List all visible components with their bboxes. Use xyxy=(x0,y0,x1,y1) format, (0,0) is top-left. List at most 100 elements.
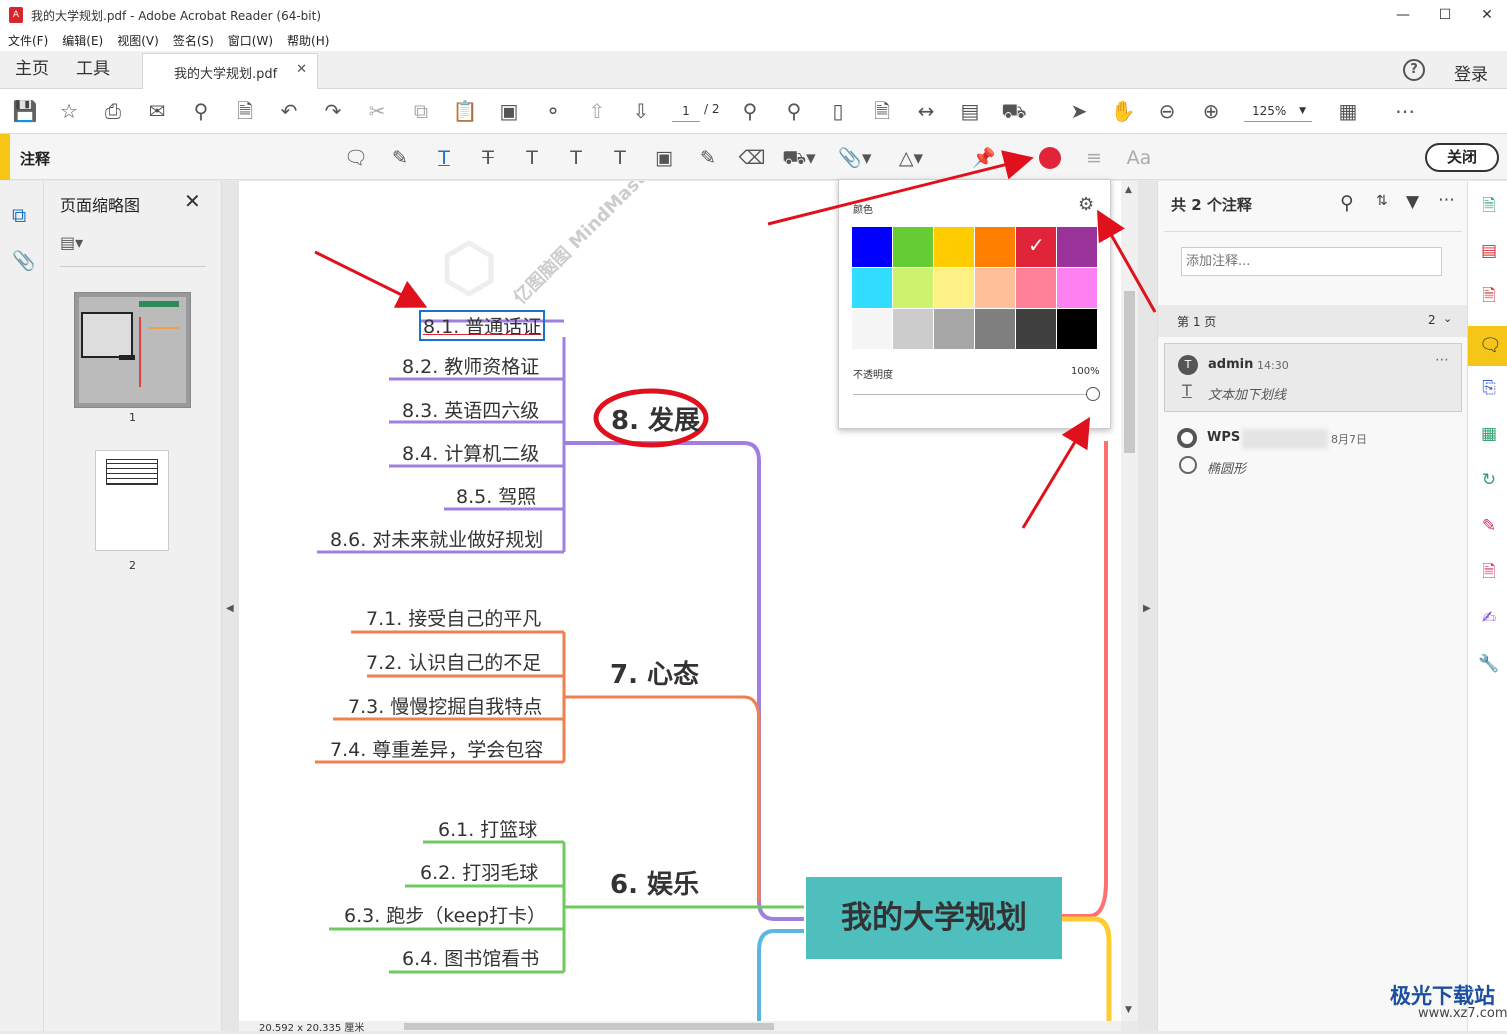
color-swatch[interactable] xyxy=(975,227,1015,267)
page-thumbnail-2[interactable] xyxy=(95,450,169,551)
color-swatch[interactable] xyxy=(852,268,892,308)
collapse-right-icon[interactable]: ▶ xyxy=(1143,603,1151,614)
color-swatch[interactable] xyxy=(893,268,933,308)
stamp-tool-icon[interactable]: ⛟▾ xyxy=(782,145,816,171)
color-swatch[interactable] xyxy=(1016,268,1056,308)
comments-more-icon[interactable]: ⋯ xyxy=(1438,190,1455,210)
page-number-input[interactable]: 1 xyxy=(672,100,700,122)
color-swatch[interactable] xyxy=(934,227,974,267)
highlight-icon[interactable]: ✎ xyxy=(386,145,414,171)
hand-tool-icon[interactable]: ✋ xyxy=(1109,98,1137,124)
collapse-left-icon[interactable]: ◀ xyxy=(226,603,234,614)
zoom-in-icon[interactable]: ⊕ xyxy=(1197,98,1225,124)
redo-icon[interactable]: ↷ xyxy=(319,98,347,124)
more-icon[interactable]: ⋯ xyxy=(1391,98,1419,124)
more-tools-icon[interactable]: 🔧 xyxy=(1478,653,1500,675)
color-swatch[interactable] xyxy=(893,309,933,349)
attach-file-icon[interactable]: 📎▾ xyxy=(838,145,872,171)
comment-more-icon-1[interactable]: ⋯ xyxy=(1435,352,1449,368)
tab-home[interactable]: 主页 xyxy=(15,51,49,89)
convert-pdf-icon[interactable]: ↻ xyxy=(1478,469,1500,491)
close-panel-icon[interactable]: ✕ xyxy=(184,189,201,213)
color-swatch[interactable] xyxy=(1016,309,1056,349)
color-swatch[interactable] xyxy=(975,268,1015,308)
color-swatch[interactable] xyxy=(975,309,1015,349)
color-picker-button[interactable] xyxy=(1039,147,1061,169)
menu-edit[interactable]: 编辑(E) xyxy=(62,32,103,49)
undo-icon[interactable]: ↶ xyxy=(275,98,303,124)
copy-icon[interactable]: ⧉ xyxy=(407,98,435,124)
color-swatch[interactable] xyxy=(1057,227,1097,267)
comment-card-1[interactable]: T admin 14:30 ⋯ T 文本加下划线 xyxy=(1164,343,1462,412)
menu-window[interactable]: 窗口(W) xyxy=(228,32,273,49)
replace-text-icon[interactable]: T xyxy=(518,145,546,171)
close-window-button[interactable]: ✕ xyxy=(1464,0,1507,30)
comment-card-2[interactable]: WPS 8月7日 椭圆形 xyxy=(1164,419,1462,479)
print-icon[interactable]: ⎙ xyxy=(99,98,127,124)
check-document-icon[interactable]: 🗎 xyxy=(231,98,259,124)
select-cursor-icon[interactable]: ➤ xyxy=(1065,98,1093,124)
save-icon[interactable]: 💾 xyxy=(11,98,39,124)
image-page-icon[interactable]: ▤ xyxy=(956,98,984,124)
stamp-icon[interactable]: ⛟ xyxy=(1000,98,1028,124)
menu-view[interactable]: 视图(V) xyxy=(117,32,159,49)
sort-icon[interactable]: ⇅ xyxy=(1376,193,1388,209)
find-page-icon[interactable]: 🗎 xyxy=(868,98,896,124)
binoculars-icon[interactable]: ⚬ xyxy=(539,98,567,124)
menu-sign[interactable]: 签名(S) xyxy=(173,32,214,49)
color-swatch[interactable]: ✓ xyxy=(1016,227,1056,267)
search-comments-icon[interactable]: ⚲ xyxy=(1340,192,1354,214)
snapshot-icon[interactable]: ▣ xyxy=(495,98,523,124)
next-page-icon[interactable]: ⇩ xyxy=(627,98,655,124)
eraser-icon[interactable]: ⌫ xyxy=(738,145,766,171)
sticky-note-icon[interactable]: 🗨 xyxy=(342,145,370,171)
bookmark-star-icon[interactable]: ☆ xyxy=(55,98,83,124)
fill-sign-icon[interactable]: ✎ xyxy=(1478,515,1500,537)
line-weight-icon[interactable]: ≡ xyxy=(1080,145,1108,171)
thumbnail-options-icon[interactable]: ▤▾ xyxy=(60,233,83,252)
sign-document-icon[interactable]: ✍ xyxy=(1478,607,1500,629)
scrollbar-thumb[interactable] xyxy=(1124,291,1135,453)
underline-text-icon[interactable]: T xyxy=(430,145,458,171)
page-thumbnails-icon[interactable]: ⧉ xyxy=(12,203,26,227)
organize-pages-icon[interactable]: ▤ xyxy=(1478,240,1500,262)
attachment-icon[interactable]: 📎 xyxy=(12,249,36,272)
minimize-button[interactable]: — xyxy=(1380,0,1426,30)
search-icon[interactable]: ⚲ xyxy=(187,98,215,124)
dynamic-zoom-icon[interactable]: ⚲ xyxy=(780,98,808,124)
marquee-zoom-icon[interactable]: ⚲ xyxy=(736,98,764,124)
maximize-button[interactable]: ☐ xyxy=(1422,0,1468,30)
previous-page-icon[interactable]: ⇧ xyxy=(583,98,611,124)
chevron-down-icon[interactable]: ⌄ xyxy=(1443,312,1452,325)
opacity-slider-track[interactable] xyxy=(853,394,1093,395)
tab-tools[interactable]: 工具 xyxy=(76,51,110,89)
actual-size-icon[interactable]: ▯ xyxy=(824,98,852,124)
menu-file[interactable]: 文件(F) xyxy=(8,32,48,49)
shapes-icon[interactable]: △▾ xyxy=(894,145,928,171)
close-tab-icon[interactable]: ✕ xyxy=(296,62,307,77)
text-properties-icon[interactable]: Aa xyxy=(1122,145,1156,171)
color-swatch[interactable] xyxy=(852,309,892,349)
protect-pdf-icon[interactable]: 🗎 xyxy=(1478,561,1500,583)
color-swatch[interactable] xyxy=(893,227,933,267)
help-icon[interactable]: ? xyxy=(1403,59,1425,81)
scroll-down-icon[interactable]: ▼ xyxy=(1125,1005,1132,1015)
compress-pdf-icon[interactable]: ▦ xyxy=(1478,423,1500,445)
login-button[interactable]: 登录 xyxy=(1454,60,1488,85)
tab-document[interactable]: 我的大学规划.pdf ✕ xyxy=(142,53,318,89)
create-pdf-icon[interactable]: 🗎 xyxy=(1478,285,1500,307)
fit-width-icon[interactable]: ↔ xyxy=(912,98,940,124)
text-box-icon[interactable]: ▣ xyxy=(650,145,678,171)
cut-icon[interactable]: ✂ xyxy=(363,98,391,124)
insert-text-icon[interactable]: T xyxy=(562,145,590,171)
page-group-header[interactable]: 第 1 页 2 ⌄ xyxy=(1158,305,1468,337)
combine-files-icon[interactable]: ⎘ xyxy=(1478,377,1500,399)
zoom-out-icon[interactable]: ⊖ xyxy=(1153,98,1181,124)
zoom-level-select[interactable]: 125% ▼ xyxy=(1244,100,1312,122)
color-settings-gear-icon[interactable]: ⚙ xyxy=(1078,194,1094,215)
menu-help[interactable]: 帮助(H) xyxy=(287,32,329,49)
add-comment-input[interactable] xyxy=(1181,247,1442,276)
strikethrough-icon[interactable]: T xyxy=(474,145,502,171)
mindmap-node-8-1[interactable]: 8.1. 普通话证 xyxy=(419,310,546,341)
opacity-slider-knob[interactable] xyxy=(1086,387,1100,401)
